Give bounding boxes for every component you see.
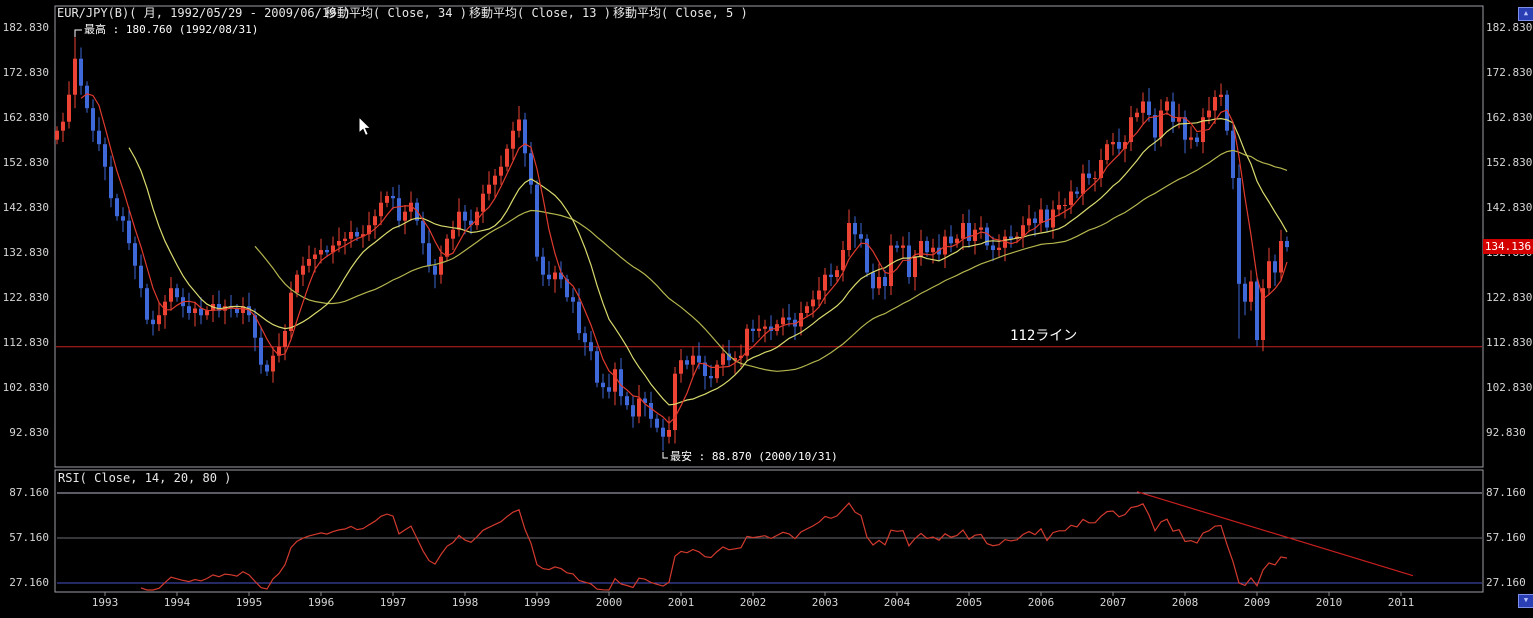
- year-label: 2006: [1027, 596, 1055, 609]
- rsi-title: RSI( Close, 14, 20, 80 ): [58, 471, 232, 485]
- price-axis-left-label: 112.830: [2, 336, 49, 349]
- chart-window: EUR/JPY(B)( 月, 1992/05/29 - 2009/06/19 )…: [0, 0, 1533, 618]
- price-axis-right-label: 122.830: [1486, 291, 1533, 304]
- price-axis-left-label: 162.830: [2, 111, 49, 124]
- price-axis-left-label: 102.830: [2, 381, 49, 394]
- low-annotation: 最安 : 88.870 (2000/10/31): [670, 450, 838, 463]
- year-label: 1997: [379, 596, 407, 609]
- year-label: 2000: [595, 596, 623, 609]
- year-label: 2003: [811, 596, 839, 609]
- price-axis-right-label: 102.830: [1486, 381, 1533, 394]
- rsi-axis-left-label: 27.160: [9, 576, 49, 589]
- chart-canvas[interactable]: [0, 0, 1533, 618]
- year-label: 1999: [523, 596, 551, 609]
- price-axis-right-label: 182.830: [1486, 21, 1533, 34]
- scroll-down-button[interactable]: ▼: [1518, 594, 1533, 608]
- low-marker: [662, 452, 668, 459]
- price-axis-right-label: 112.830: [1486, 336, 1533, 349]
- price-axis-left-label: 182.830: [2, 21, 49, 34]
- rsi-axis-right-label: 27.160: [1486, 576, 1526, 589]
- year-label: 2001: [667, 596, 695, 609]
- up-candles: [55, 37, 1283, 444]
- price-axis-left-label: 132.830: [2, 246, 49, 259]
- year-label: 1993: [91, 596, 119, 609]
- price-axis-right-label: 162.830: [1486, 111, 1533, 124]
- year-label: 1995: [235, 596, 263, 609]
- ma13-label: 移動平均( Close, 13 ): [469, 6, 611, 20]
- year-label: 2004: [883, 596, 911, 609]
- rsi-axis-right-label: 57.160: [1486, 531, 1526, 544]
- year-label: 1996: [307, 596, 335, 609]
- year-label: 2007: [1099, 596, 1127, 609]
- rsi-axis-left-label: 87.160: [9, 486, 49, 499]
- year-label: 1994: [163, 596, 191, 609]
- high-annotation: 最高 : 180.760 (1992/08/31): [84, 23, 259, 36]
- ma5-label: 移動平均( Close, 5 ): [613, 6, 748, 20]
- year-label: 2010: [1315, 596, 1343, 609]
- price-axis-left-label: 172.830: [2, 66, 49, 79]
- rsi-trendline[interactable]: [1136, 491, 1414, 577]
- price-axis-left-label: 122.830: [2, 291, 49, 304]
- rsi-axis-right-label: 87.160: [1486, 486, 1526, 499]
- year-label: 1998: [451, 596, 479, 609]
- high-marker: [74, 29, 82, 37]
- rsi-pane-border: [54, 469, 1484, 593]
- price-axis-left-label: 152.830: [2, 156, 49, 169]
- scroll-up-button[interactable]: ▲: [1518, 7, 1533, 21]
- year-label: 2008: [1171, 596, 1199, 609]
- price-pane-border: [54, 5, 1484, 468]
- symbol-title: EUR/JPY(B)( 月, 1992/05/29 - 2009/06/19 ): [57, 6, 351, 20]
- down-candles: [79, 47, 1289, 451]
- hline-112-label: 112ライン: [1010, 328, 1078, 344]
- year-label: 2011: [1387, 596, 1415, 609]
- price-axis-right-label: 92.830: [1486, 426, 1526, 439]
- current-price-tag: 134.136: [1483, 239, 1533, 254]
- ma5-line: [80, 93, 1288, 425]
- price-axis-left-label: 142.830: [2, 201, 49, 214]
- price-axis-left-label: 92.830: [9, 426, 49, 439]
- rsi-line: [140, 502, 1288, 591]
- rsi-axis-left-label: 57.160: [9, 531, 49, 544]
- year-label: 2005: [955, 596, 983, 609]
- year-label: 2009: [1243, 596, 1271, 609]
- ma34-label: 移動平均( Close, 34 ): [325, 6, 467, 20]
- mouse-cursor: [358, 116, 372, 137]
- year-label: 2002: [739, 596, 767, 609]
- price-axis-right-label: 152.830: [1486, 156, 1533, 169]
- price-axis-right-label: 142.830: [1486, 201, 1533, 214]
- price-axis-right-label: 172.830: [1486, 66, 1533, 79]
